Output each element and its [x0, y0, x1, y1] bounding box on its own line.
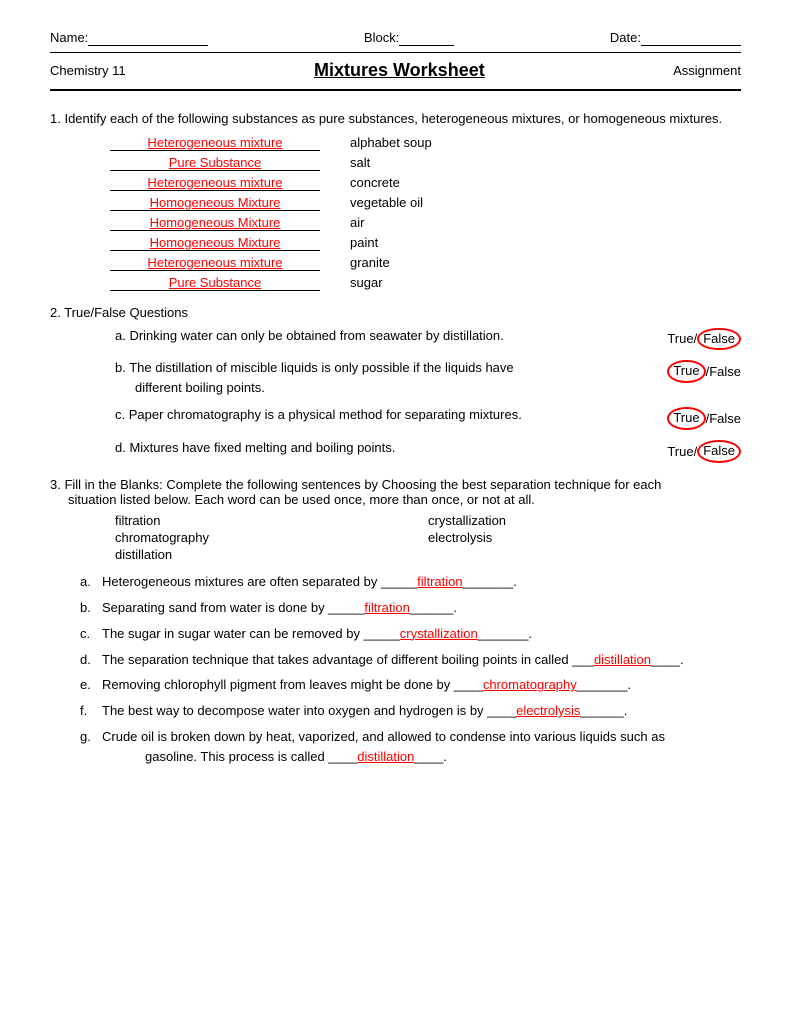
tf-text: a. Drinking water can only be obtained f… [50, 326, 651, 346]
word-bank-item [428, 547, 741, 562]
q2-label: 2. True/False Questions [50, 305, 741, 320]
fill-letter: b. [80, 598, 102, 619]
answer-row: Heterogeneous mixture alphabet soup [50, 135, 741, 151]
fill-row-continued: gasoline. This process is called ____dis… [80, 749, 741, 764]
answer-label: Homogeneous Mixture [110, 235, 320, 251]
fill-text: The best way to decompose water into oxy… [102, 701, 741, 722]
answer-label: Homogeneous Mixture [110, 195, 320, 211]
fill-text: Crude oil is broken down by heat, vapori… [102, 727, 741, 748]
fill-answer-g: distillation [357, 749, 414, 764]
fill-letter: f. [80, 701, 102, 722]
tf-row: a. Drinking water can only be obtained f… [50, 326, 741, 351]
answer-row: Heterogeneous mixture concrete [50, 175, 741, 191]
tf-text: d. Mixtures have fixed melting and boili… [50, 438, 651, 458]
q1-text: 1. Identify each of the following substa… [50, 109, 741, 129]
fill-row: c.The sugar in sugar water can be remove… [80, 624, 741, 645]
answer-label: Heterogeneous mixture [110, 135, 320, 151]
fill-row: g.Crude oil is broken down by heat, vapo… [80, 727, 741, 748]
date-label: Date: [610, 30, 741, 46]
date-field[interactable] [641, 30, 741, 46]
chemistry-label: Chemistry 11 [50, 63, 126, 78]
fill-letter: a. [80, 572, 102, 593]
tf-answer: True/False [651, 358, 741, 383]
answer-row: Homogeneous Mixture paint [50, 235, 741, 251]
question-1: 1. Identify each of the following substa… [50, 109, 741, 291]
header: Name: Block: Date: [50, 30, 741, 46]
substance-label: sugar [350, 275, 383, 290]
title-row: Chemistry 11 Mixtures Worksheet Assignme… [50, 56, 741, 85]
fill-row: a.Heterogeneous mixtures are often separ… [80, 572, 741, 593]
name-label: Name: [50, 30, 208, 46]
q1-items: Heterogeneous mixture alphabet soup Pure S… [50, 135, 741, 291]
tf-text: c. Paper chromatography is a physical me… [50, 405, 651, 425]
fill-text: Separating sand from water is done by __… [102, 598, 741, 619]
substance-label: paint [350, 235, 378, 250]
block-label: Block: [364, 30, 454, 46]
fill-letter: g. [80, 727, 102, 748]
answer-label: Heterogeneous mixture [110, 255, 320, 271]
fill-answer: distillation [594, 652, 651, 667]
answer-row: Heterogeneous mixture granite [50, 255, 741, 271]
tf-answer: True/False [651, 405, 741, 430]
fill-answer: chromatography [483, 677, 577, 692]
fill-row: b.Separating sand from water is done by … [80, 598, 741, 619]
substance-label: alphabet soup [350, 135, 432, 150]
assignment-label: Assignment [673, 63, 741, 78]
answer-row: Homogeneous Mixture vegetable oil [50, 195, 741, 211]
answer-row: Pure Substance salt [50, 155, 741, 171]
fill-letter: d. [80, 650, 102, 671]
fill-answer: electrolysis [516, 703, 580, 718]
word-bank-item: electrolysis [428, 530, 741, 545]
page-title: Mixtures Worksheet [314, 60, 485, 81]
question-2: 2. True/False Questions a. Drinking wate… [50, 305, 741, 464]
fill-rows: a.Heterogeneous mixtures are often separ… [50, 572, 741, 764]
fill-text: The sugar in sugar water can be removed … [102, 624, 741, 645]
fill-answer: crystallization [400, 626, 478, 641]
fill-text: Heterogeneous mixtures are often separat… [102, 572, 741, 593]
answer-label: Pure Substance [110, 275, 320, 291]
question-3: 3. Fill in the Blanks: Complete the foll… [50, 477, 741, 764]
answer-label: Homogeneous Mixture [110, 215, 320, 231]
answer-label: Heterogeneous mixture [110, 175, 320, 191]
tf-row: d. Mixtures have fixed melting and boili… [50, 438, 741, 463]
word-bank-item: chromatography [115, 530, 428, 545]
fill-answer: filtration [417, 574, 463, 589]
fill-row: d.The separation technique that takes ad… [80, 650, 741, 671]
fill-row: e.Removing chlorophyll pigment from leav… [80, 675, 741, 696]
tf-answer: True/False [651, 326, 741, 351]
fill-letter: c. [80, 624, 102, 645]
word-bank: filtrationcrystallizationchromatographye… [50, 513, 741, 562]
fill-row: f.The best way to decompose water into o… [80, 701, 741, 722]
q2-items: a. Drinking water can only be obtained f… [50, 326, 741, 464]
tf-row: c. Paper chromatography is a physical me… [50, 405, 741, 430]
fill-text: Removing chlorophyll pigment from leaves… [102, 675, 741, 696]
substance-label: concrete [350, 175, 400, 190]
answer-row: Pure Substance sugar [50, 275, 741, 291]
word-bank-item: distillation [115, 547, 428, 562]
q3-label2: situation listed below. Each word can be… [50, 492, 741, 507]
tf-row: b. The distillation of miscible liquids … [50, 358, 741, 397]
substance-label: granite [350, 255, 390, 270]
tf-answer: True/False [651, 438, 741, 463]
fill-text: The separation technique that takes adva… [102, 650, 741, 671]
answer-label: Pure Substance [110, 155, 320, 171]
name-field[interactable] [88, 30, 208, 46]
fill-letter: e. [80, 675, 102, 696]
fill-answer: filtration [364, 600, 410, 615]
word-bank-item: crystallization [428, 513, 741, 528]
substance-label: vegetable oil [350, 195, 423, 210]
word-bank-item: filtration [115, 513, 428, 528]
substance-label: salt [350, 155, 370, 170]
substance-label: air [350, 215, 364, 230]
answer-row: Homogeneous Mixture air [50, 215, 741, 231]
tf-text: b. The distillation of miscible liquids … [50, 358, 651, 397]
block-field[interactable] [399, 30, 454, 46]
q3-label: 3. Fill in the Blanks: Complete the foll… [50, 477, 741, 492]
